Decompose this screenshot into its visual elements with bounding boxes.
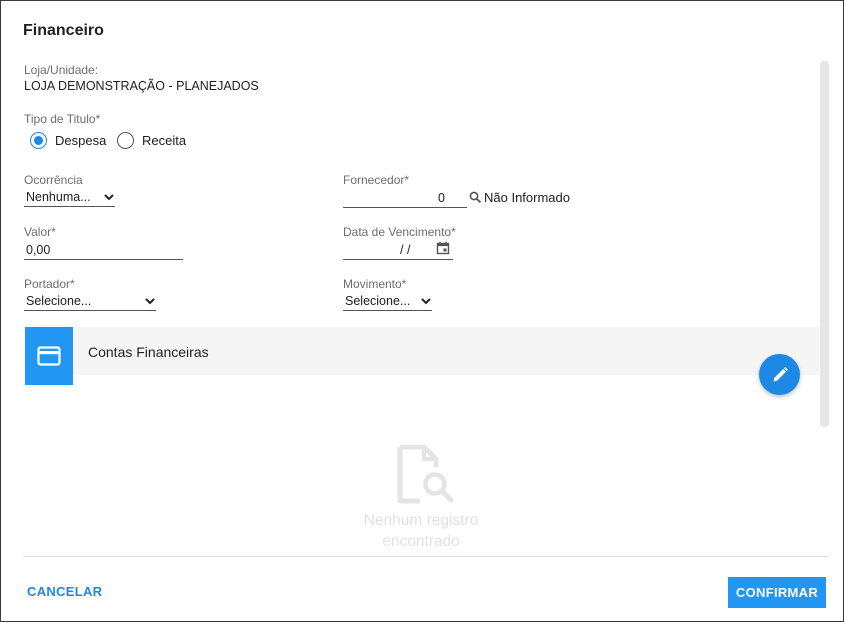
valor-label: Valor* bbox=[24, 225, 56, 239]
loja-value: LOJA DEMONSTRAÇÃO - PLANEJADOS bbox=[24, 79, 259, 93]
contas-icon-box bbox=[25, 327, 73, 385]
radio-despesa-indicator[interactable] bbox=[30, 132, 47, 149]
tipo-titulo-label: Tipo de Titulo* bbox=[24, 112, 101, 126]
vencimento-label: Data de Vencimento* bbox=[343, 225, 456, 239]
fornecedor-name: Não Informado bbox=[484, 190, 570, 205]
dialog-title: Financeiro bbox=[23, 22, 104, 39]
radio-receita-label: Receita bbox=[142, 133, 187, 148]
radio-receita-indicator[interactable] bbox=[117, 132, 134, 149]
movimento-select[interactable]: Selecione... bbox=[343, 292, 432, 311]
radio-receita[interactable]: Receita bbox=[117, 132, 186, 149]
ocorrencia-label: Ocorrência bbox=[24, 173, 83, 187]
ocorrencia-value: Nenhuma... bbox=[26, 190, 91, 204]
financeiro-dialog: Financeiro Loja/Unidade: LOJA DEMONSTRAÇ… bbox=[0, 0, 844, 622]
chevron-down-icon bbox=[145, 298, 155, 305]
pencil-icon bbox=[773, 366, 788, 381]
portador-select[interactable]: Selecione... bbox=[24, 292, 156, 311]
chevron-down-icon bbox=[104, 194, 114, 201]
portador-label: Portador* bbox=[24, 277, 75, 291]
valor-input[interactable]: 0,00 bbox=[24, 241, 183, 260]
radio-despesa[interactable]: Despesa bbox=[30, 132, 106, 149]
chevron-down-icon bbox=[421, 298, 431, 305]
search-icon[interactable] bbox=[469, 191, 482, 204]
ocorrencia-select[interactable]: Nenhuma... bbox=[24, 188, 115, 207]
movimento-label: Movimento* bbox=[343, 277, 407, 291]
cancel-button[interactable]: CANCELAR bbox=[27, 584, 102, 599]
radio-despesa-label: Despesa bbox=[55, 133, 107, 148]
scrollbar[interactable] bbox=[820, 61, 829, 427]
fornecedor-code-input[interactable]: 0 bbox=[343, 189, 467, 208]
confirm-button[interactable]: CONFIRMAR bbox=[728, 577, 826, 608]
empty-state-text: Nenhum registro encontrado bbox=[363, 512, 479, 550]
calendar-icon[interactable] bbox=[436, 241, 450, 255]
credit-card-icon bbox=[37, 346, 61, 366]
contas-title: Contas Financeiras bbox=[88, 344, 209, 360]
footer-divider bbox=[23, 556, 829, 557]
fornecedor-label: Fornecedor* bbox=[343, 173, 410, 187]
loja-label: Loja/Unidade: bbox=[24, 63, 99, 77]
document-search-icon bbox=[397, 445, 454, 504]
portador-value: Selecione... bbox=[26, 294, 92, 308]
edit-contas-button[interactable] bbox=[759, 354, 800, 395]
movimento-value: Selecione... bbox=[345, 294, 411, 308]
vencimento-value: / / bbox=[400, 243, 411, 257]
contas-financeiras-header: Contas Financeiras bbox=[25, 327, 819, 385]
